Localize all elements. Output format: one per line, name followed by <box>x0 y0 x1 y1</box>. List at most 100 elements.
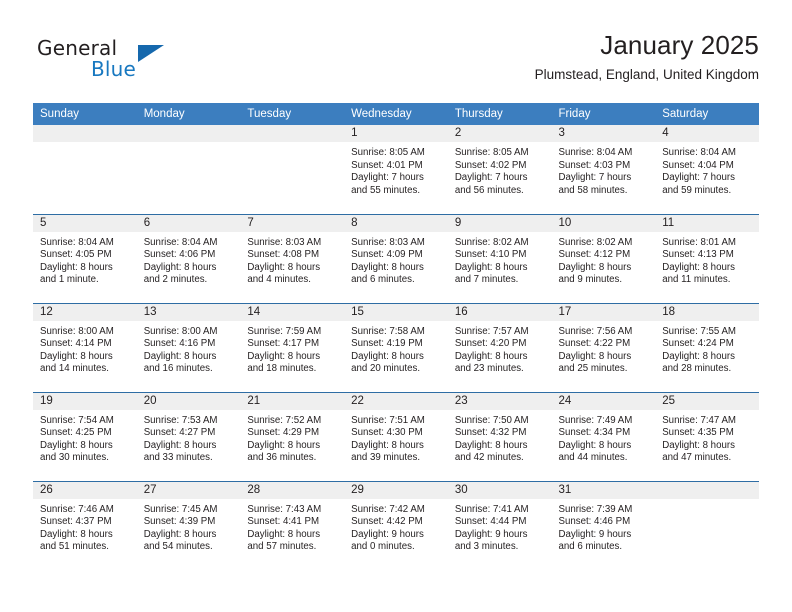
calendar-day-cell[interactable]: 4 Sunrise: 8:04 AM Sunset: 4:04 PM Daylight… <box>655 125 759 214</box>
sunrise-text: Sunrise: 8:02 AM <box>454 236 529 248</box>
daylight-text-line2: and 51 minutes. <box>40 541 109 553</box>
day-number <box>136 125 241 142</box>
day-details: Sunrise: 7:49 AM Sunset: 4:34 PM Daylight:… <box>552 410 656 465</box>
daylight-text-line1: Daylight: 8 hours <box>662 261 735 273</box>
calendar-day-cell-empty <box>136 125 241 214</box>
calendar-day-cell[interactable]: 31 Sunrise: 7:39 AM Sunset: 4:46 PM Dayligh… <box>551 480 656 570</box>
weekday-header-sunday: Sunday <box>33 103 137 125</box>
daylight-text-line2: and 54 minutes. <box>143 541 213 553</box>
daylight-text-line1: Daylight: 8 hours <box>454 439 528 451</box>
calendar-day-cell[interactable]: 16 Sunrise: 7:57 AM Sunset: 4:20 PM Dayligh… <box>447 302 552 392</box>
calendar-day-cell[interactable]: 1 Sunrise: 8:05 AM Sunset: 4:01 PM Daylight… <box>344 125 448 214</box>
sunset-text: Sunset: 4:14 PM <box>40 338 112 350</box>
sunset-text: Sunset: 4:32 PM <box>454 427 527 439</box>
calendar-day-cell[interactable]: 29 Sunrise: 7:42 AM Sunset: 4:42 PM Dayligh… <box>344 480 448 570</box>
daylight-text-line2: and 55 minutes. <box>351 184 421 196</box>
daylight-text-line2: and 0 minutes. <box>351 541 415 553</box>
calendar-day-cell[interactable]: 14 Sunrise: 7:59 AM Sunset: 4:17 PM Dayligh… <box>240 302 345 392</box>
day-details: Sunrise: 8:02 AM Sunset: 4:12 PM Daylight:… <box>552 232 656 287</box>
calendar-day-cell[interactable]: 10 Sunrise: 8:02 AM Sunset: 4:12 PM Dayligh… <box>551 213 656 303</box>
calendar-day-cell[interactable]: 30 Sunrise: 7:41 AM Sunset: 4:44 PM Dayligh… <box>447 480 552 570</box>
day-details: Sunrise: 8:00 AM Sunset: 4:14 PM Daylight:… <box>33 321 137 376</box>
day-number: 26 <box>33 481 137 499</box>
daylight-text-line1: Daylight: 7 hours <box>454 172 528 184</box>
sunset-text: Sunset: 4:09 PM <box>351 249 423 261</box>
daylight-text-line2: and 23 minutes. <box>454 363 524 375</box>
sunrise-text: Sunrise: 8:04 AM <box>662 147 736 158</box>
calendar-day-cell[interactable]: 13 Sunrise: 8:00 AM Sunset: 4:16 PM Dayligh… <box>136 302 241 392</box>
sunrise-text: Sunrise: 7:42 AM <box>351 503 425 515</box>
calendar-day-cell[interactable]: 11 Sunrise: 8:01 AM Sunset: 4:13 PM Dayligh… <box>655 213 759 303</box>
daylight-text-line1: Daylight: 7 hours <box>662 172 735 184</box>
day-number <box>33 125 137 142</box>
sunrise-text: Sunrise: 7:58 AM <box>351 325 425 337</box>
sunset-text: Sunset: 4:29 PM <box>247 427 320 439</box>
day-number: 15 <box>344 303 448 321</box>
sunrise-text: Sunrise: 7:49 AM <box>558 414 633 426</box>
calendar-day-cell[interactable]: 18 Sunrise: 7:55 AM Sunset: 4:24 PM Dayligh… <box>655 302 759 392</box>
daylight-text-line1: Daylight: 8 hours <box>558 261 632 273</box>
day-details: Sunrise: 7:55 AM Sunset: 4:24 PM Daylight:… <box>655 321 759 376</box>
sunrise-text: Sunrise: 7:59 AM <box>247 325 322 337</box>
calendar-week-row: 26 Sunrise: 7:46 AM Sunset: 4:37 PM Dayligh… <box>33 480 759 570</box>
daylight-text-line1: Daylight: 8 hours <box>247 439 321 451</box>
sunset-text: Sunset: 4:39 PM <box>143 516 216 528</box>
calendar-grid: Sunday Monday Tuesday Wednesday Thursday Frid… <box>33 103 759 570</box>
day-details: Sunrise: 8:04 AM Sunset: 4:06 PM Daylight:… <box>137 232 241 287</box>
day-number: 8 <box>344 214 448 232</box>
sunset-text: Sunset: 4:08 PM <box>247 249 320 261</box>
calendar-day-cell[interactable]: 21 Sunrise: 7:52 AM Sunset: 4:29 PM Dayligh… <box>240 391 345 481</box>
general-blue-logo[interactable]: General Blue <box>37 36 237 88</box>
calendar-day-cell[interactable]: 7 Sunrise: 8:03 AM Sunset: 4:08 PM Daylight… <box>240 213 345 303</box>
calendar-day-cell[interactable]: 5 Sunrise: 8:04 AM Sunset: 4:05 PM Daylight… <box>33 213 137 303</box>
daylight-text-line1: Daylight: 8 hours <box>40 261 113 273</box>
calendar-day-cell[interactable]: 9 Sunrise: 8:02 AM Sunset: 4:10 PM Daylight… <box>447 213 552 303</box>
weekday-header-wednesday: Wednesday <box>344 103 448 125</box>
calendar-day-cell[interactable]: 26 Sunrise: 7:46 AM Sunset: 4:37 PM Dayligh… <box>33 480 137 570</box>
calendar-day-cell[interactable]: 15 Sunrise: 7:58 AM Sunset: 4:19 PM Dayligh… <box>344 302 448 392</box>
sunset-text: Sunset: 4:46 PM <box>558 516 631 528</box>
sunset-text: Sunset: 4:22 PM <box>558 338 631 350</box>
sunrise-text: Sunrise: 7:46 AM <box>40 503 114 515</box>
calendar-day-cell[interactable]: 3 Sunrise: 8:04 AM Sunset: 4:03 PM Daylight… <box>551 125 656 214</box>
day-details: Sunrise: 7:47 AM Sunset: 4:35 PM Daylight:… <box>655 410 759 465</box>
daylight-text-line1: Daylight: 8 hours <box>558 350 632 362</box>
daylight-text-line2: and 30 minutes. <box>40 452 109 464</box>
calendar-day-cell-empty <box>655 480 759 570</box>
daylight-text-line1: Daylight: 8 hours <box>662 350 735 362</box>
calendar-day-cell[interactable]: 19 Sunrise: 7:54 AM Sunset: 4:25 PM Dayligh… <box>33 391 137 481</box>
daylight-text-line2: and 33 minutes. <box>143 452 213 464</box>
daylight-text-line2: and 56 minutes. <box>454 184 524 196</box>
daylight-text-line2: and 7 minutes. <box>454 274 519 286</box>
weekday-header-tuesday: Tuesday <box>240 103 345 125</box>
day-details: Sunrise: 7:46 AM Sunset: 4:37 PM Daylight:… <box>33 499 137 554</box>
day-details: Sunrise: 8:05 AM Sunset: 4:02 PM Daylight:… <box>448 142 552 197</box>
calendar-day-cell[interactable]: 23 Sunrise: 7:50 AM Sunset: 4:32 PM Dayligh… <box>447 391 552 481</box>
sunrise-text: Sunrise: 8:01 AM <box>662 236 736 248</box>
calendar-day-cell[interactable]: 24 Sunrise: 7:49 AM Sunset: 4:34 PM Dayligh… <box>551 391 656 481</box>
daylight-text-line1: Daylight: 8 hours <box>143 528 217 540</box>
calendar-day-cell[interactable]: 6 Sunrise: 8:04 AM Sunset: 4:06 PM Daylight… <box>136 213 241 303</box>
sunrise-text: Sunrise: 7:55 AM <box>662 325 736 337</box>
calendar-day-cell[interactable]: 28 Sunrise: 7:43 AM Sunset: 4:41 PM Dayligh… <box>240 480 345 570</box>
day-details: Sunrise: 8:00 AM Sunset: 4:16 PM Daylight:… <box>137 321 241 376</box>
calendar-day-cell[interactable]: 12 Sunrise: 8:00 AM Sunset: 4:14 PM Dayligh… <box>33 302 137 392</box>
sunrise-text: Sunrise: 7:51 AM <box>351 414 425 426</box>
calendar-day-cell[interactable]: 2 Sunrise: 8:05 AM Sunset: 4:02 PM Daylight… <box>447 125 552 214</box>
page-header: General Blue January 2025 Plumstead, Eng… <box>33 28 759 90</box>
calendar-day-cell[interactable]: 8 Sunrise: 8:03 AM Sunset: 4:09 PM Daylight… <box>344 213 448 303</box>
calendar-day-cell[interactable]: 17 Sunrise: 7:56 AM Sunset: 4:22 PM Dayligh… <box>551 302 656 392</box>
day-details: Sunrise: 7:45 AM Sunset: 4:39 PM Daylight:… <box>137 499 241 554</box>
calendar-day-cell[interactable]: 20 Sunrise: 7:53 AM Sunset: 4:27 PM Dayligh… <box>136 391 241 481</box>
calendar-day-cell[interactable]: 22 Sunrise: 7:51 AM Sunset: 4:30 PM Dayligh… <box>344 391 448 481</box>
daylight-text-line2: and 11 minutes. <box>662 274 731 286</box>
daylight-text-line2: and 59 minutes. <box>662 184 732 196</box>
sunrise-text: Sunrise: 7:43 AM <box>247 503 322 515</box>
day-number: 28 <box>240 481 345 499</box>
sunrise-text: Sunrise: 7:39 AM <box>558 503 633 515</box>
daylight-text-line1: Daylight: 8 hours <box>143 439 217 451</box>
calendar-day-cell[interactable]: 27 Sunrise: 7:45 AM Sunset: 4:39 PM Dayligh… <box>136 480 241 570</box>
sunset-text: Sunset: 4:10 PM <box>454 249 527 261</box>
sunrise-text: Sunrise: 7:41 AM <box>454 503 529 515</box>
calendar-day-cell[interactable]: 25 Sunrise: 7:47 AM Sunset: 4:35 PM Dayligh… <box>655 391 759 481</box>
